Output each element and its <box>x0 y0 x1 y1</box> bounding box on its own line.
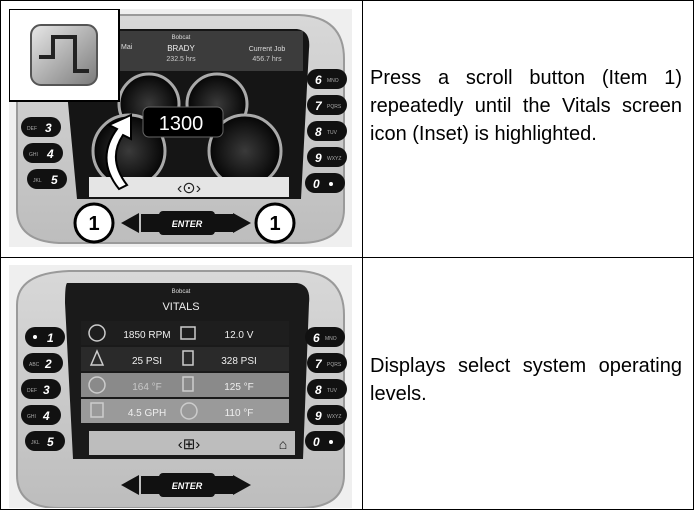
vitals-title: VITALS <box>162 301 199 313</box>
job-hours: 456.7 hrs <box>252 56 282 63</box>
svg-text:1: 1 <box>269 213 280 235</box>
fuel-rate-value: 4.5 GPH <box>128 408 166 419</box>
vitals-row <box>81 321 289 345</box>
hydraulic-temp-value: 125 °F <box>224 382 254 393</box>
row-divider <box>1 257 693 258</box>
svg-text:ENTER: ENTER <box>172 481 203 491</box>
svg-text:4: 4 <box>46 147 54 161</box>
brand-logo: Bobcat <box>172 35 191 41</box>
battery-voltage-value: 12.0 V <box>225 330 254 341</box>
svg-text:5: 5 <box>51 173 58 187</box>
instruction-text-2: Displays select system operating levels. <box>370 355 682 405</box>
svg-text:1: 1 <box>47 331 54 345</box>
svg-text:8: 8 <box>315 383 322 397</box>
column-divider <box>362 1 363 509</box>
svg-text:9: 9 <box>315 151 322 165</box>
svg-text:JKL: JKL <box>33 178 42 184</box>
left-header-label: Mai <box>121 44 133 51</box>
svg-text:3: 3 <box>43 383 50 397</box>
svg-text:MNO: MNO <box>327 78 339 84</box>
svg-text:PQRS: PQRS <box>327 362 342 368</box>
instruction-text-1: Press a scroll button (Item 1) repeatedl… <box>370 67 682 145</box>
owner-name: BRADY <box>167 44 195 53</box>
oil-pressure-value: 25 PSI <box>132 356 162 367</box>
svg-text:1: 1 <box>88 213 99 235</box>
svg-text:TUV: TUV <box>327 130 338 136</box>
scroll-selector-icon: ‹⊙› <box>177 180 201 197</box>
svg-text:4: 4 <box>42 409 50 423</box>
svg-text:WXYZ: WXYZ <box>327 156 341 162</box>
key-0[interactable] <box>305 431 345 451</box>
svg-text:DEF: DEF <box>27 388 37 394</box>
display-panel-image-2: Bobcat VITALS 1850 RPM 12.0 V 25 PSI 328… <box>9 265 352 508</box>
svg-text:9: 9 <box>315 409 322 423</box>
brand-logo: Bobcat <box>172 289 191 295</box>
display-panel-image-1: Bobcat Mai BRADY 232.5 hrs Current Job 4… <box>9 9 352 247</box>
svg-text:GHI: GHI <box>29 152 38 158</box>
intake-temp-value: 110 °F <box>225 408 254 419</box>
svg-text:0: 0 <box>313 177 320 191</box>
engine-speed-value: 1850 RPM <box>123 330 170 341</box>
svg-text:3: 3 <box>45 121 52 135</box>
owner-hours: 232.5 hrs <box>166 56 196 63</box>
svg-text:WXYZ: WXYZ <box>327 414 341 420</box>
key-1[interactable] <box>25 327 65 347</box>
svg-text:DEF: DEF <box>27 126 37 132</box>
hydraulic-pressure-value: 328 PSI <box>221 356 257 367</box>
left-keypad: DEF 3 GHI 4 JKL 5 <box>21 117 67 189</box>
svg-text:JKL: JKL <box>31 440 40 446</box>
svg-text:5: 5 <box>47 435 54 449</box>
svg-text:6: 6 <box>313 331 320 345</box>
svg-text:ABC: ABC <box>29 362 40 368</box>
svg-text:6: 6 <box>315 73 322 87</box>
svg-text:ENTER: ENTER <box>172 219 203 229</box>
rpm-readout: 1300 <box>159 113 204 135</box>
key-0[interactable] <box>305 173 345 193</box>
svg-text:TUV: TUV <box>327 388 338 394</box>
job-label: Current Job <box>249 46 286 53</box>
display-panel-2: Bobcat VITALS 1850 RPM 12.0 V 25 PSI 328… <box>9 265 352 508</box>
display-panel-1: Bobcat Mai BRADY 232.5 hrs Current Job 4… <box>9 9 352 247</box>
svg-text:MNO: MNO <box>325 336 337 342</box>
svg-text:8: 8 <box>315 125 322 139</box>
vitals-row-highlighted <box>81 399 289 423</box>
vitals-selected-icon: ‹⊞› <box>178 436 201 453</box>
home-icon: ⌂ <box>279 436 287 452</box>
svg-text:GHI: GHI <box>27 414 36 420</box>
svg-text:2: 2 <box>44 357 52 371</box>
svg-text:0: 0 <box>313 435 320 449</box>
svg-text:PQRS: PQRS <box>327 104 342 110</box>
coolant-temp-value: 164 °F <box>132 382 162 393</box>
